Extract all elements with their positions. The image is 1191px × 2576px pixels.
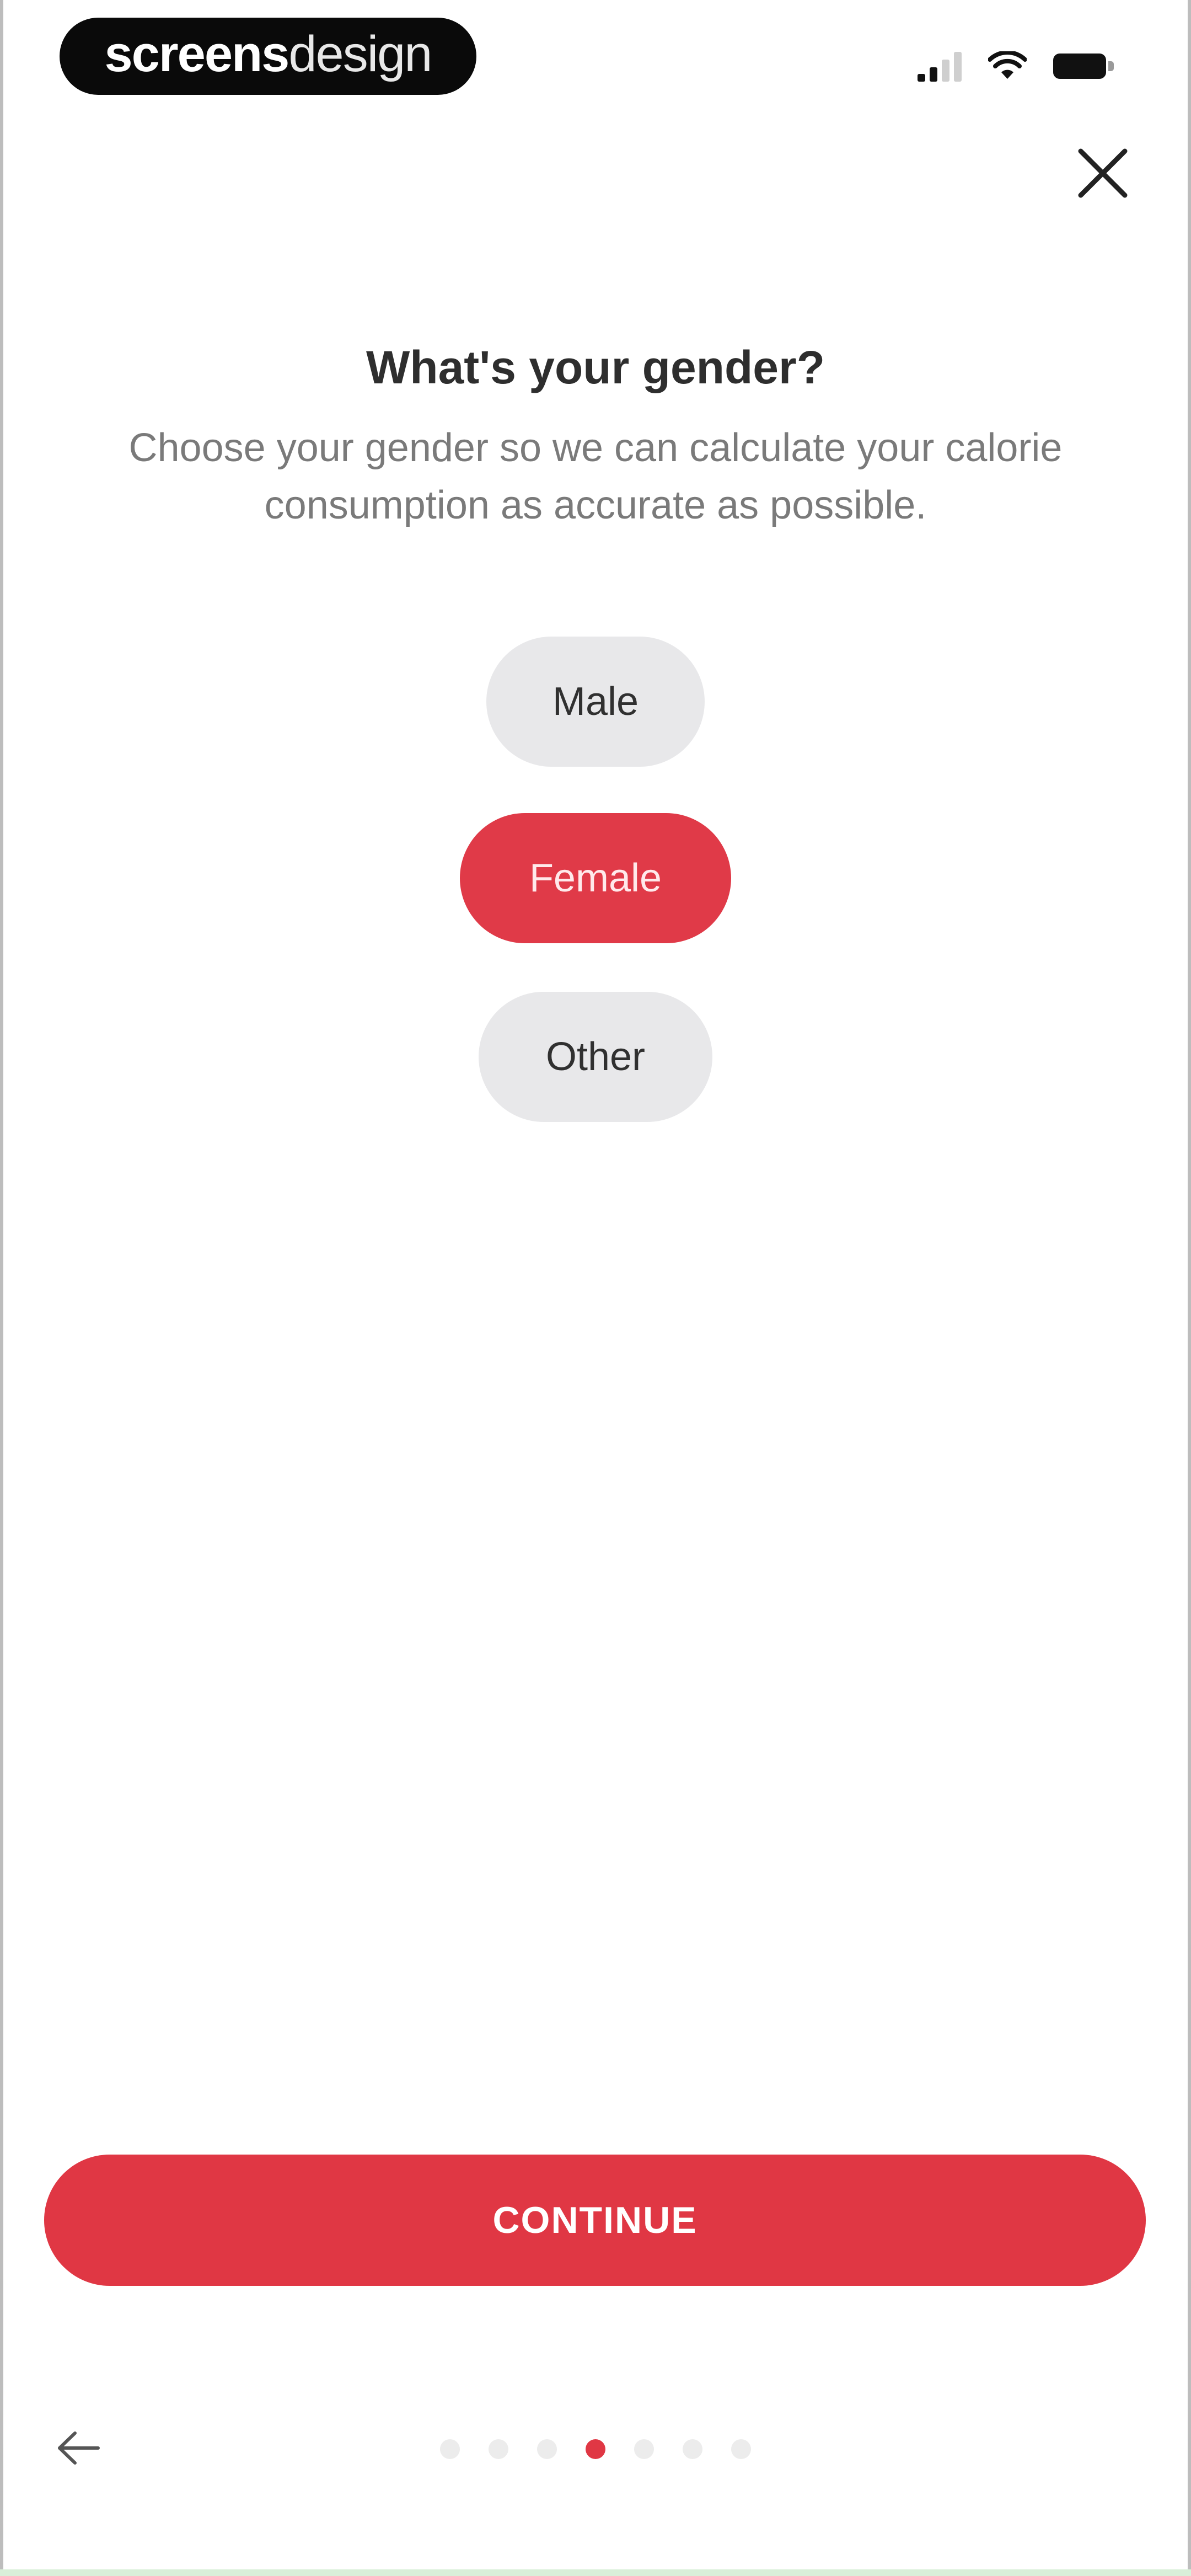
battery-icon <box>1053 54 1114 79</box>
page-dot <box>489 2439 508 2459</box>
page-dot <box>440 2439 460 2459</box>
page-subtitle: Choose your gender so we can calculate y… <box>128 426 1063 527</box>
page-dot <box>731 2439 751 2459</box>
close-button[interactable] <box>1072 142 1134 204</box>
page-dot <box>634 2439 654 2459</box>
page-dot-active <box>586 2439 605 2459</box>
gender-option-female[interactable]: Female <box>460 813 731 943</box>
page-dot <box>537 2439 557 2459</box>
continue-button[interactable]: CONTINUE <box>44 2155 1146 2286</box>
brand-logo: screens design <box>60 18 476 95</box>
brand-logo-bold: screens <box>104 25 290 82</box>
gender-option-male[interactable]: Male <box>486 637 705 767</box>
page-title: What's your gender? <box>366 341 825 393</box>
page-dot <box>683 2439 702 2459</box>
gender-option-other[interactable]: Other <box>479 992 712 1122</box>
signal-icon <box>918 51 962 82</box>
brand-logo-light: design <box>288 25 432 82</box>
page-indicator <box>0 2438 1191 2460</box>
close-icon <box>1078 148 1128 198</box>
bottom-edge <box>0 2569 1191 2576</box>
status-icons <box>918 50 1114 83</box>
wifi-icon <box>988 51 1027 79</box>
